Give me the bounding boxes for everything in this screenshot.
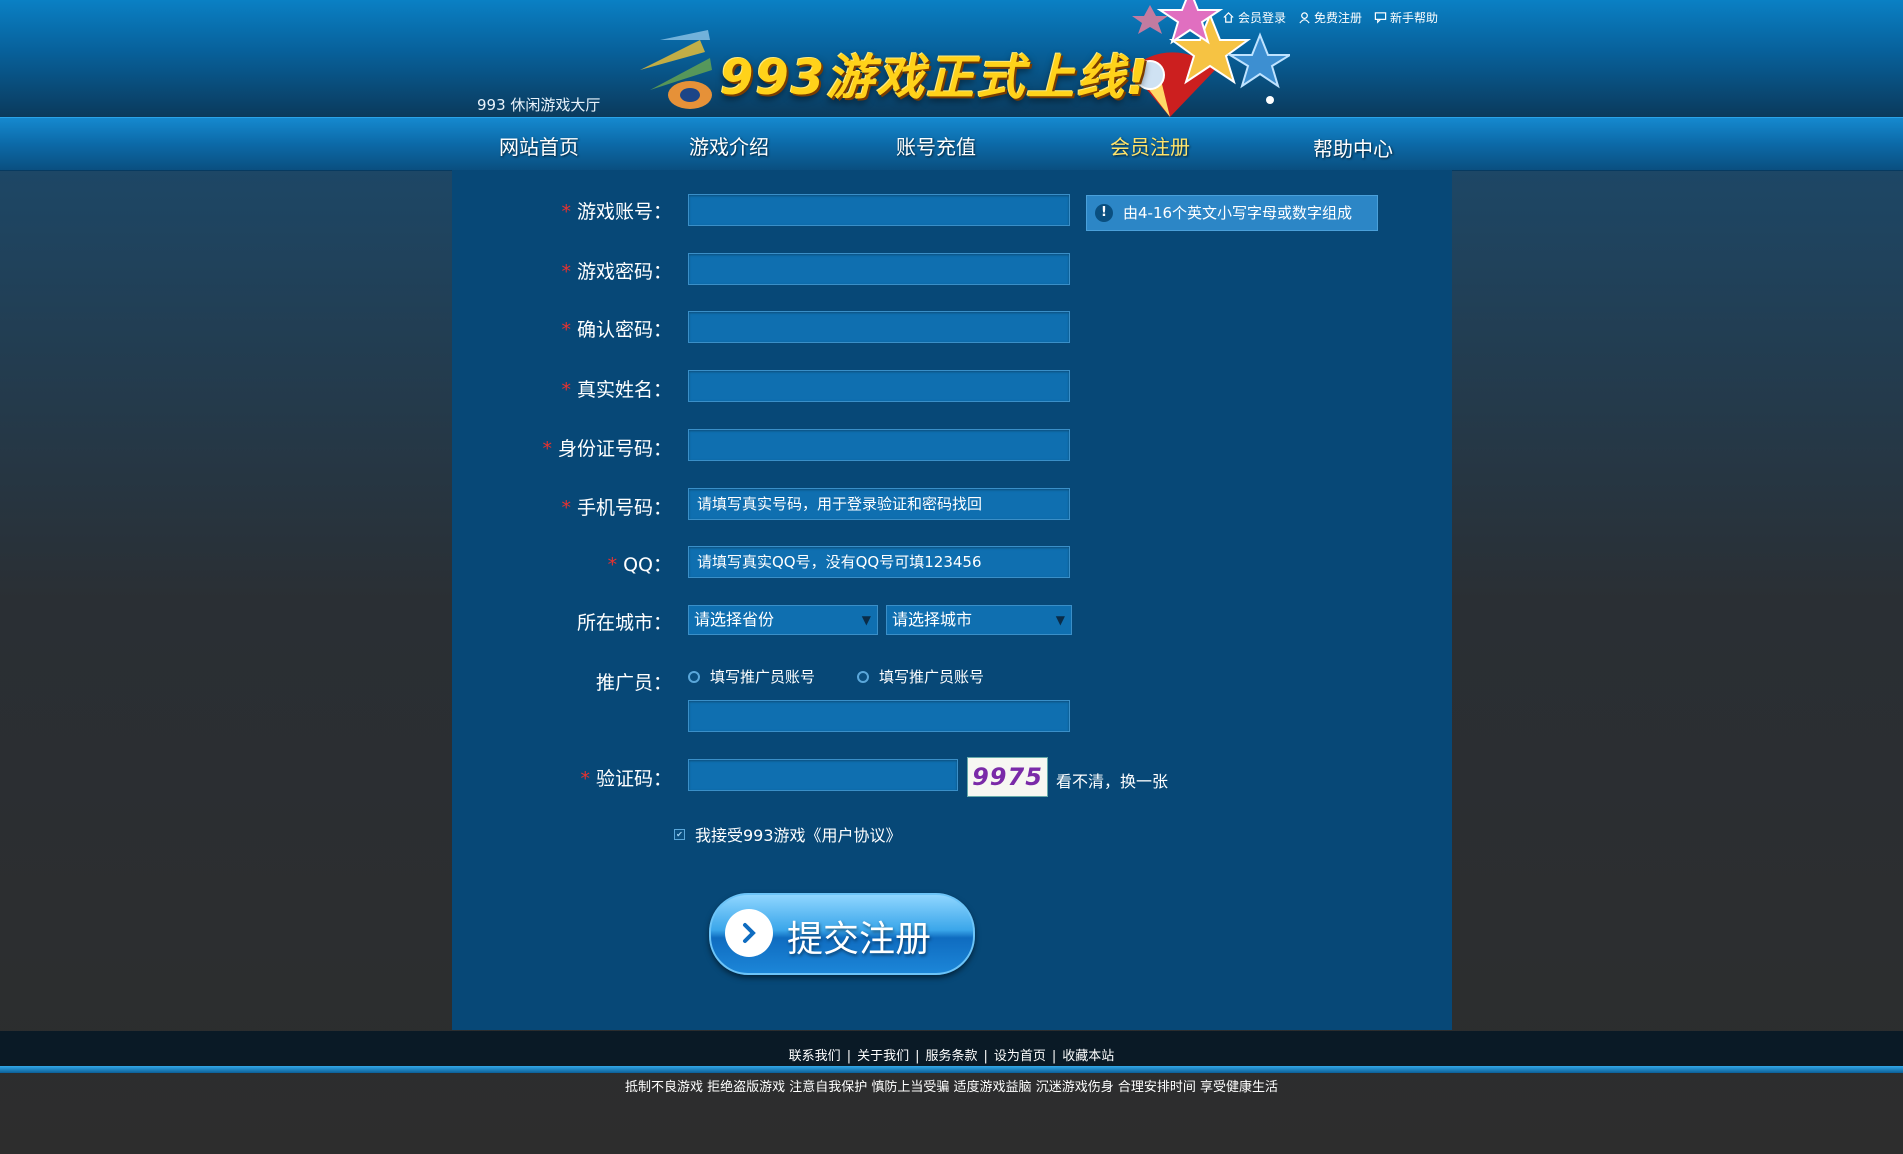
free-register-link[interactable]: 免费注册: [1298, 9, 1362, 26]
agreement-row: ✔ 我接受993游戏《用户协议》: [674, 822, 902, 846]
submit-register-button[interactable]: 提交注册: [709, 893, 975, 975]
captcha-image[interactable]: 9975: [967, 757, 1048, 797]
realname-input[interactable]: [688, 370, 1070, 402]
captcha-refresh-link[interactable]: 看不清，换一张: [1056, 768, 1168, 792]
free-register-label: 免费注册: [1314, 11, 1363, 25]
site-title: 993 休闲游戏大厅: [477, 96, 601, 114]
password-label: * 游戏密码：: [561, 261, 672, 283]
info-icon: !: [1095, 204, 1113, 222]
nav-member-register[interactable]: 会员注册: [1110, 131, 1190, 160]
qq-input[interactable]: 请填写真实QQ号，没有QQ号可填123456: [688, 546, 1070, 578]
newbie-help-label: 新手帮助: [1390, 11, 1439, 25]
captcha-label: * 验证码：: [580, 768, 672, 790]
chevron-down-icon: ▼: [861, 613, 871, 627]
confirm-password-label: * 确认密码：: [561, 319, 672, 341]
footer-about-link[interactable]: 关于我们: [857, 1049, 909, 1064]
account-hint: ! 由4-16个英文小写字母或数字组成: [1086, 195, 1378, 231]
realname-label: * 真实姓名：: [561, 379, 672, 401]
promoter-input[interactable]: [688, 700, 1070, 732]
agreement-text[interactable]: 我接受993游戏《用户协议》: [695, 822, 902, 846]
nav-game-intro[interactable]: 游戏介绍: [689, 131, 769, 160]
promoter-radio-1-label: 填写推广员账号: [710, 668, 816, 686]
confirm-password-input[interactable]: [688, 311, 1070, 343]
footer-links: 联系我们 | 关于我们 | 服务条款 | 设为首页 | 收藏本站: [788, 1049, 1115, 1064]
chevron-right-icon: [725, 909, 773, 957]
password-input[interactable]: [688, 253, 1070, 285]
city-select[interactable]: 请选择城市 ▼: [886, 605, 1072, 635]
footer-set-homepage-link[interactable]: 设为首页: [994, 1049, 1046, 1064]
promoter-radio-2-label: 填写推广员账号: [879, 668, 985, 686]
nav-home[interactable]: 网站首页: [499, 131, 579, 160]
idcard-label: * 身份证号码：: [542, 438, 672, 460]
promoter-label: 推广员：: [595, 672, 672, 694]
registration-form: * 游戏账号： ! 由4-16个英文小写字母或数字组成 * 游戏密码： * 确认密码：…: [452, 170, 1452, 1030]
banner-logo: 993游戏正式上线!: [630, 0, 1290, 117]
city-select-value: 请选择城市: [892, 610, 973, 629]
account-label: * 游戏账号：: [561, 201, 672, 223]
footer-contact-link[interactable]: 联系我们: [789, 1049, 841, 1064]
footer-bookmark-link[interactable]: 收藏本站: [1062, 1049, 1114, 1064]
account-input[interactable]: [688, 194, 1070, 226]
qq-label: * QQ：: [607, 554, 672, 576]
newbie-help-link[interactable]: 新手帮助: [1374, 9, 1438, 26]
account-hint-text: 由4-16个英文小写字母或数字组成: [1123, 204, 1353, 222]
idcard-input[interactable]: [688, 429, 1070, 461]
agreement-checkbox[interactable]: ✔: [674, 828, 685, 840]
phone-label: * 手机号码：: [561, 497, 672, 519]
captcha-input[interactable]: [688, 759, 958, 791]
chevron-down-icon: ▼: [1055, 613, 1065, 627]
radio-icon: [857, 670, 869, 683]
radio-icon: [688, 670, 700, 683]
province-select[interactable]: 请选择省份 ▼: [688, 605, 878, 635]
nav-help-center[interactable]: 帮助中心: [1313, 133, 1393, 162]
chat-icon: [1374, 12, 1387, 24]
phone-input[interactable]: 请填写真实号码，用于登录验证和密码找回: [688, 488, 1070, 520]
promoter-radio-2[interactable]: 填写推广员账号: [857, 666, 984, 687]
city-label: 所在城市：: [576, 612, 672, 634]
promoter-radio-1[interactable]: 填写推广员账号: [688, 666, 815, 687]
nav-account-recharge[interactable]: 账号充值: [896, 131, 976, 160]
footer-slogan: 抵制不良游戏 拒绝盗版游戏 注意自我保护 慎防上当受骗 适度游戏益脑 沉迷游戏伤…: [625, 1080, 1278, 1095]
banner-title: 993游戏正式上线!: [720, 50, 1151, 106]
footer-divider: [0, 1066, 1903, 1073]
main-nav: 网站首页 游戏介绍 账号充值 会员注册 帮助中心: [0, 117, 1903, 171]
user-icon: [1299, 12, 1310, 24]
footer-terms-link[interactable]: 服务条款: [925, 1049, 977, 1064]
header: 会员登录 免费注册 新手帮助 993 休闲游戏大厅 993游戏正式上线!: [0, 0, 1903, 117]
province-select-value: 请选择省份: [694, 610, 775, 629]
submit-register-label: 提交注册: [787, 919, 932, 960]
